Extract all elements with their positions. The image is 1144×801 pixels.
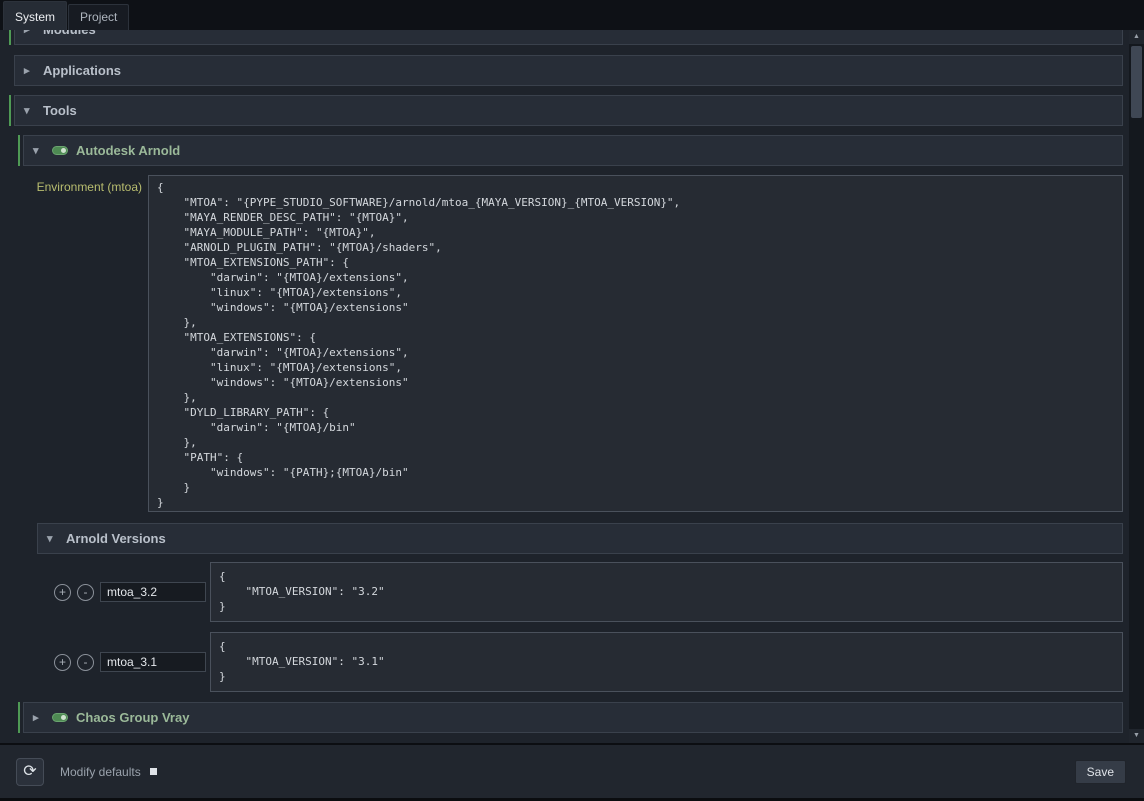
add-version-button[interactable]: +	[54, 584, 71, 601]
scrollbar-down-button[interactable]: ▼	[1129, 729, 1144, 743]
scrollbar[interactable]: ▲ ▼	[1129, 30, 1144, 743]
group-autodesk-arnold-label: Autodesk Arnold	[76, 143, 180, 158]
group-chaos-group-vray[interactable]: ▸ Chaos Group Vray	[23, 702, 1123, 733]
version-row: + - { "MTOA_VERSION": "3.1" }	[54, 632, 1123, 692]
group-arnold-versions[interactable]: ▾ Arnold Versions	[37, 523, 1123, 554]
add-version-button[interactable]: +	[54, 654, 71, 671]
environment-mtoa-editor[interactable]: { "MTOA": "{PYPE_STUDIO_SOFTWARE}/arnold…	[148, 175, 1123, 512]
version-name-input[interactable]	[100, 582, 206, 602]
arnold-enabled-toggle-icon[interactable]	[52, 146, 68, 155]
section-tools-label: Tools	[43, 103, 77, 118]
arnold-environment-row: Environment (mtoa) { "MTOA": "{PYPE_STUD…	[24, 175, 1123, 512]
footer-bar: ⟳ Modify defaults Save	[0, 743, 1144, 798]
version-row-controls: + -	[54, 562, 210, 622]
version-row-controls: + -	[54, 632, 210, 692]
section-applications[interactable]: ▸ Applications	[14, 55, 1123, 86]
tab-system[interactable]: System	[3, 1, 67, 30]
chevron-right-icon: ▸	[33, 711, 44, 724]
version-value-editor[interactable]: { "MTOA_VERSION": "3.1" }	[210, 632, 1123, 692]
group-autodesk-arnold[interactable]: ▾ Autodesk Arnold	[23, 135, 1123, 166]
environment-mtoa-label: Environment (mtoa)	[24, 175, 148, 512]
modify-defaults-label: Modify defaults	[60, 765, 141, 779]
modify-defaults-checkbox[interactable]	[150, 768, 157, 775]
version-value-editor[interactable]: { "MTOA_VERSION": "3.2" }	[210, 562, 1123, 622]
scrollbar-up-button[interactable]: ▲	[1129, 30, 1144, 44]
group-arnold-versions-label: Arnold Versions	[66, 531, 166, 546]
remove-version-button[interactable]: -	[77, 584, 94, 601]
settings-content: ▸ Modules ▸ Applications ▾ Tools ▾ Autod…	[0, 30, 1129, 743]
save-button[interactable]: Save	[1075, 760, 1126, 784]
chevron-down-icon: ▾	[24, 104, 35, 117]
settings-window: { "tabs": { "system": "System", "project…	[0, 0, 1144, 801]
group-chaos-group-vray-label: Chaos Group Vray	[76, 710, 189, 725]
refresh-button[interactable]: ⟳	[16, 758, 44, 786]
remove-version-button[interactable]: -	[77, 654, 94, 671]
tab-project[interactable]: Project	[68, 4, 129, 30]
section-modules[interactable]: ▸ Modules	[14, 30, 1123, 45]
section-modules-label: Modules	[43, 30, 96, 37]
section-tools[interactable]: ▾ Tools	[14, 95, 1123, 126]
section-applications-label: Applications	[43, 63, 121, 78]
chevron-down-icon: ▾	[47, 532, 58, 545]
settings-tab-bar: System Project	[0, 0, 1144, 30]
chevron-down-icon: ▾	[33, 144, 44, 157]
version-name-input[interactable]	[100, 652, 206, 672]
chevron-right-icon: ▸	[24, 30, 35, 36]
scrollbar-thumb[interactable]	[1131, 46, 1142, 118]
chevron-right-icon: ▸	[24, 64, 35, 77]
vray-enabled-toggle-icon[interactable]	[52, 713, 68, 722]
version-row: + - { "MTOA_VERSION": "3.2" }	[54, 562, 1123, 622]
